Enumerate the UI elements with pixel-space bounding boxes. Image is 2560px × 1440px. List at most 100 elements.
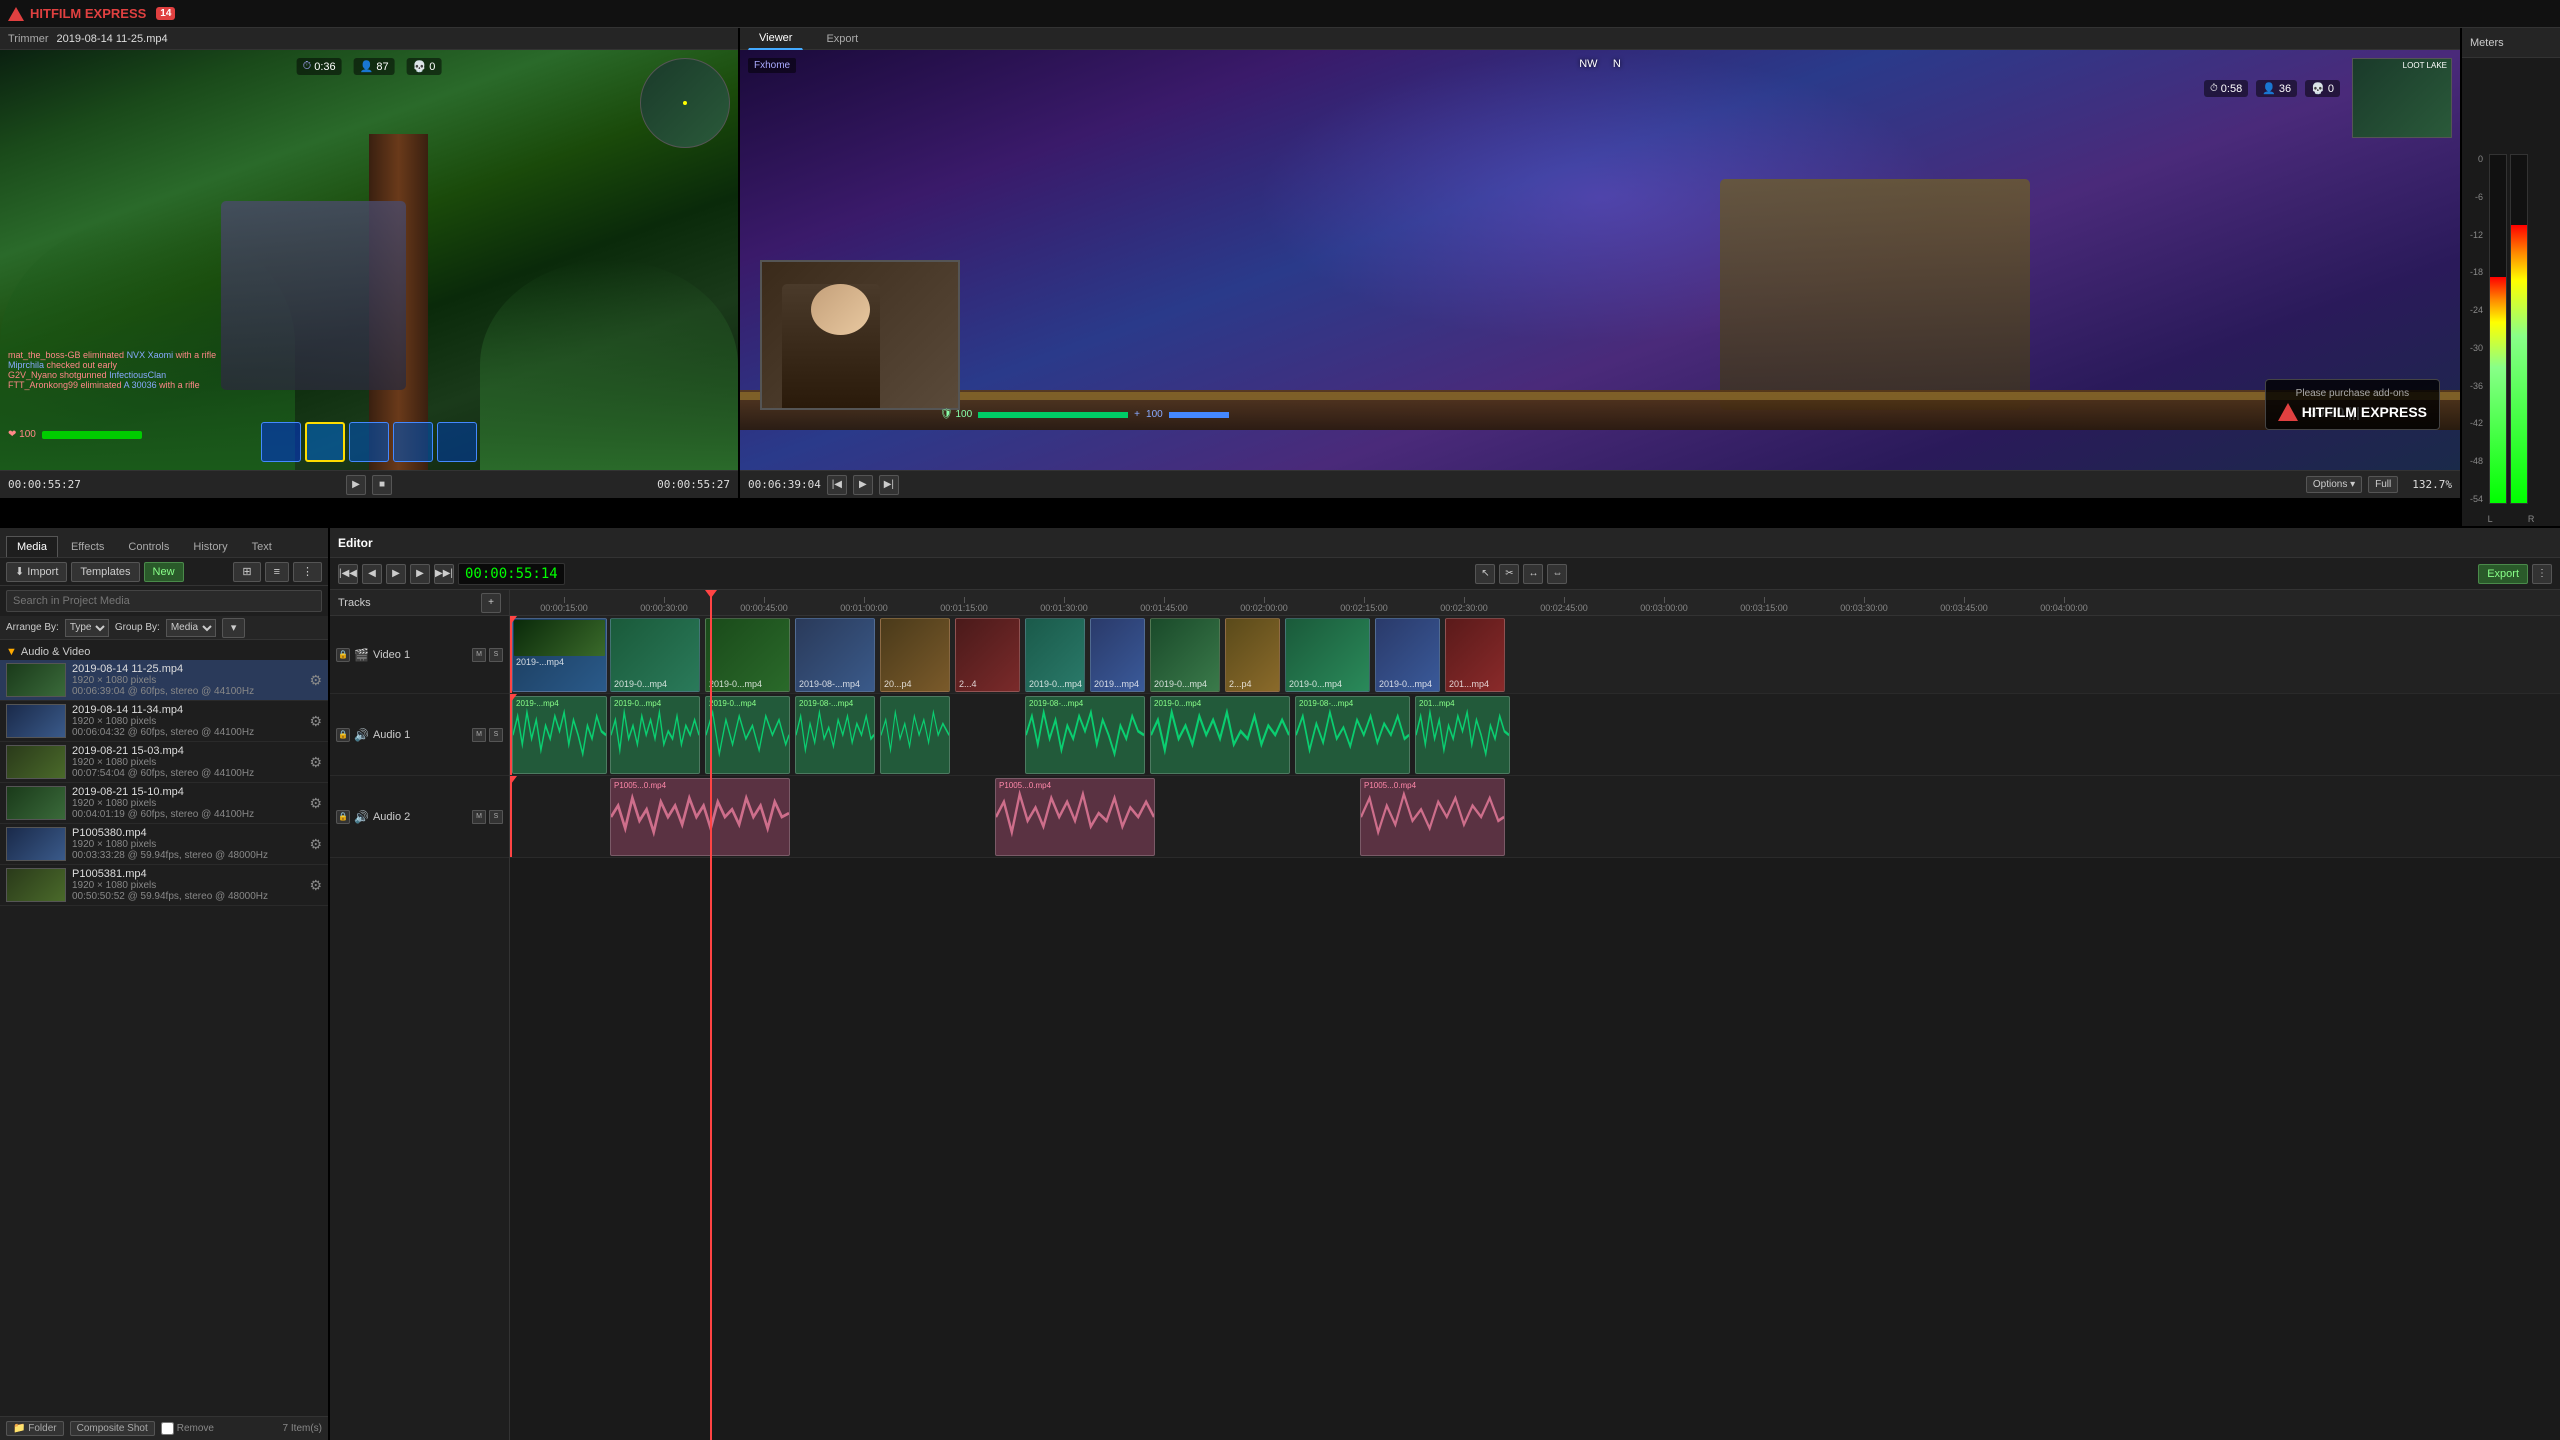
audio2-mute[interactable]: M (472, 810, 486, 824)
add-track-btn[interactable]: + (481, 593, 501, 613)
next-btn[interactable]: ▶ (410, 564, 430, 584)
tab-effects[interactable]: Effects (60, 536, 115, 557)
video-clip-11[interactable]: 2019-0...mp4 (1375, 618, 1440, 692)
video-clip-9[interactable]: 2...p4 (1225, 618, 1280, 692)
video-clip-0[interactable]: 2019-...mp4 (512, 618, 607, 692)
templates-button[interactable]: Templates (71, 562, 139, 582)
tab-media[interactable]: Media (6, 536, 58, 557)
video-clip-12[interactable]: 201...mp4 (1445, 618, 1505, 692)
go-end-btn[interactable]: ▶▶| (434, 564, 454, 584)
folder-btn[interactable]: 📁 Folder (6, 1421, 64, 1436)
folder-audio-video[interactable]: ▼ Audio & Video (0, 644, 328, 660)
media-item-2[interactable]: 2019-08-21 15-03.mp4 1920 × 1080 pixels … (0, 742, 328, 783)
video-track-1[interactable]: 2019-...mp4 2019-0...mp4 2019-0...mp4 (510, 616, 2560, 694)
audio-clip-5[interactable]: 2019-08-...mp4 (1025, 696, 1145, 774)
gear-icon-0[interactable]: ⚙ (309, 672, 322, 689)
prev-btn[interactable]: ◀ (362, 564, 382, 584)
zoom-btn[interactable]: Full (2368, 476, 2398, 493)
remove-checkbox[interactable] (161, 1422, 174, 1435)
play-editor-btn[interactable]: ▶ (386, 564, 406, 584)
audio-clip-3[interactable]: 2019-08-...mp4 (795, 696, 875, 774)
ruler-13: 00:03:30:00 (1814, 597, 1914, 613)
media-item-5[interactable]: P1005381.mp4 1920 × 1080 pixels 00:50:50… (0, 865, 328, 906)
video-clip-7[interactable]: 2019...mp4 (1090, 618, 1145, 692)
meter-scale: 0 -6 -12 -18 -24 -30 -36 -42 -48 -54 (2470, 154, 2483, 504)
gear-icon-1[interactable]: ⚙ (309, 713, 322, 730)
audio1-name: Audio 1 (373, 729, 410, 741)
view-toggle-list[interactable]: ≡ (265, 562, 289, 582)
video-clip-5[interactable]: 2...4 (955, 618, 1020, 692)
gear-icon-2[interactable]: ⚙ (309, 754, 322, 771)
video1-lock-btn[interactable]: 🔒 (336, 648, 350, 662)
options-btn[interactable]: Options ▾ (2306, 476, 2362, 493)
audio-track-1[interactable]: 2019-...mp4 2019-0...mp4 2 (510, 694, 2560, 776)
gear-icon-3[interactable]: ⚙ (309, 795, 322, 812)
audio1-mute[interactable]: M (472, 728, 486, 742)
gear-icon-4[interactable]: ⚙ (309, 836, 322, 853)
audio-clip-1[interactable]: 2019-0...mp4 (610, 696, 700, 774)
trimmer-video-frame[interactable]: ⏱ 0:36 👤 87 💀 0 mat_the_bo (0, 50, 738, 470)
video-clip-8[interactable]: 2019-0...mp4 (1150, 618, 1220, 692)
media-options-btn[interactable]: ⋮ (293, 562, 322, 582)
audio2-clip-1[interactable]: P1005...0.mp4 (995, 778, 1155, 856)
video-clip-3[interactable]: 2019-08-...mp4 (795, 618, 875, 692)
audio-clip-0[interactable]: 2019-...mp4 (512, 696, 607, 774)
editor-options-btn[interactable]: ⋮ (2532, 564, 2552, 584)
audio2-clip-2[interactable]: P1005...0.mp4 (1360, 778, 1505, 856)
video-clip-1[interactable]: 2019-0...mp4 (610, 618, 700, 692)
audio1-lock-btn[interactable]: 🔒 (336, 728, 350, 742)
tab-text[interactable]: Text (241, 536, 283, 557)
audio-clip-4[interactable] (880, 696, 950, 774)
media-item-4[interactable]: P1005380.mp4 1920 × 1080 pixels 00:03:33… (0, 824, 328, 865)
gear-icon-5[interactable]: ⚙ (309, 877, 322, 894)
editor-export-btn[interactable]: Export (2478, 564, 2528, 584)
audio2-clip-0[interactable]: P1005...0.mp4 (610, 778, 790, 856)
prev-frame-btn[interactable]: |◀ (827, 475, 847, 495)
video-clip-10[interactable]: 2019-0...mp4 (1285, 618, 1370, 692)
video-clip-4[interactable]: 20...p4 (880, 618, 950, 692)
tab-export[interactable]: Export (815, 28, 869, 49)
tab-history[interactable]: History (182, 536, 238, 557)
video-clip-6[interactable]: 2019-0...mp4 (1025, 618, 1085, 692)
media-item-3[interactable]: 2019-08-21 15-10.mp4 1920 × 1080 pixels … (0, 783, 328, 824)
video1-mute[interactable]: M (472, 648, 486, 662)
audio1-icon: 🔊 (354, 728, 369, 742)
tool-select[interactable]: ↖ (1475, 564, 1495, 584)
filter-btn[interactable]: ▾ (222, 618, 246, 638)
audio2-solo[interactable]: S (489, 810, 503, 824)
audio-clip-7[interactable]: 2019-08-...mp4 (1295, 696, 1410, 774)
video-clip-2[interactable]: 2019-0...mp4 (705, 618, 790, 692)
audio-clip-6[interactable]: 2019-0...mp4 (1150, 696, 1290, 774)
view-toggle-grid[interactable]: ⊞ (233, 562, 260, 582)
next-frame-btn[interactable]: ▶| (879, 475, 899, 495)
arrange-by-select[interactable]: Type (65, 619, 109, 637)
new-button[interactable]: New (144, 562, 184, 582)
tab-viewer[interactable]: Viewer (748, 27, 803, 50)
timeline-content[interactable]: 00:00:15:00 00:00:30:00 00:00:45:00 00:0… (510, 590, 2560, 1440)
group-by-select[interactable]: Media (166, 619, 216, 637)
viewer-video-frame[interactable]: Fxhome NW N LOOT LAKE ⏱ 0:58 👤 36 (740, 50, 2460, 470)
audio2-lock-btn[interactable]: 🔒 (336, 810, 350, 824)
tab-controls[interactable]: Controls (117, 536, 180, 557)
tool-slide[interactable]: ⇔ (1547, 564, 1567, 584)
media-item-0[interactable]: 2019-08-14 11-25.mp4 1920 × 1080 pixels … (0, 660, 328, 701)
play-button-left[interactable]: ▶ (346, 475, 366, 495)
tool-cut[interactable]: ✂ (1499, 564, 1519, 584)
remove-label: Remove (177, 1423, 214, 1434)
play-btn-viewer[interactable]: ▶ (853, 475, 873, 495)
audio-track-2[interactable]: P1005...0.mp4 P1005...0.mp4 (510, 776, 2560, 858)
editor-controls: |◀◀ ◀ ▶ ▶ ▶▶| 00:00:55:14 ↖ ✂ ↔ ⇔ Export… (330, 558, 2560, 590)
stop-button-left[interactable]: ■ (372, 475, 392, 495)
watermark-logo: HITFILM EXPRESS (2278, 403, 2427, 421)
import-button[interactable]: ⬇ Import (6, 562, 67, 582)
audio-clip-2[interactable]: 2019-0...mp4 (705, 696, 790, 774)
person-face (811, 284, 870, 335)
go-start-btn[interactable]: |◀◀ (338, 564, 358, 584)
video1-solo[interactable]: S (489, 648, 503, 662)
media-item-1[interactable]: 2019-08-14 11-34.mp4 1920 × 1080 pixels … (0, 701, 328, 742)
audio-clip-8[interactable]: 201...mp4 (1415, 696, 1510, 774)
composite-shot-btn[interactable]: Composite Shot (70, 1421, 155, 1436)
tool-slip[interactable]: ↔ (1523, 564, 1543, 584)
audio1-solo[interactable]: S (489, 728, 503, 742)
media-search[interactable] (6, 590, 322, 612)
